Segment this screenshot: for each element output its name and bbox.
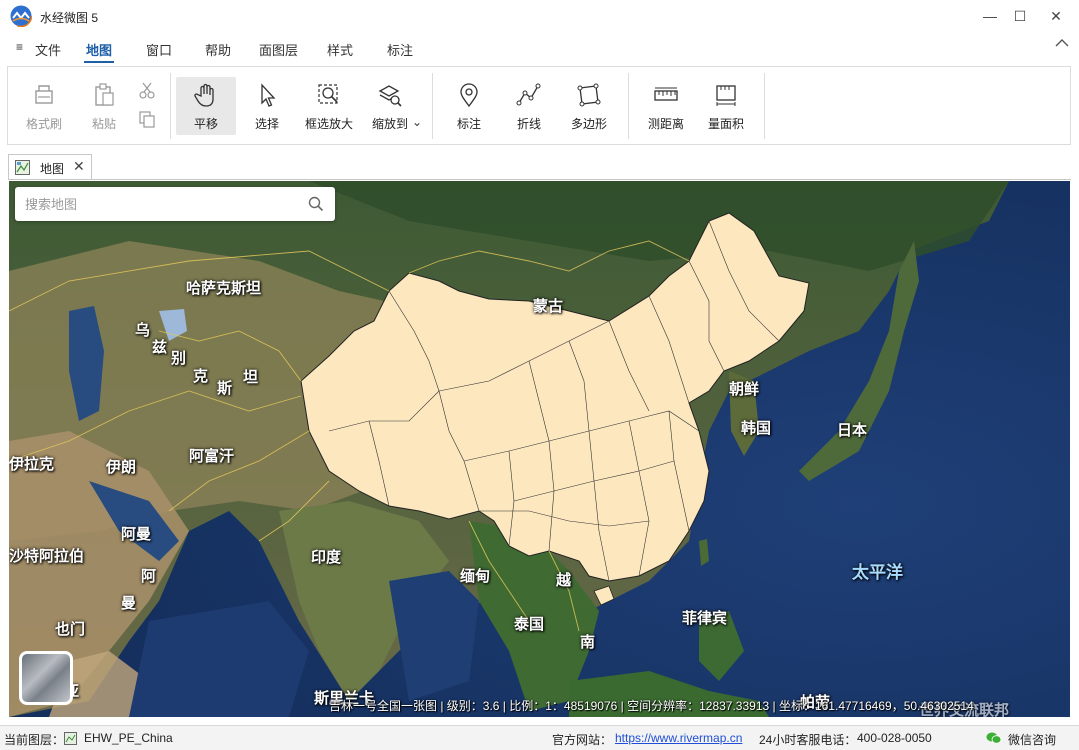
map-search-box	[15, 187, 335, 221]
format-painter-button[interactable]: 格式刷	[14, 77, 74, 135]
hotline-label: 24小时客服电话：	[759, 733, 857, 747]
hand-icon	[194, 83, 214, 107]
map-label-uzbekistan-2: 兹	[152, 339, 168, 356]
cut-icon[interactable]	[137, 81, 157, 101]
map-label-afghanistan: 阿富汗	[189, 448, 235, 465]
copy-icon[interactable]	[137, 109, 157, 129]
map-label-uzbekistan-5: 斯	[217, 380, 233, 397]
map-pin-icon	[460, 83, 478, 108]
map-label-iran: 伊朗	[106, 459, 137, 476]
collapse-ribbon-icon[interactable]	[1055, 38, 1069, 48]
close-button[interactable]: ✕	[1038, 0, 1074, 32]
menu-bar: ≡ 文件 地图 窗口 帮助 面图层 样式 标注	[0, 33, 1079, 63]
map-label-oman-2b: 曼	[121, 595, 137, 612]
wechat-icon	[986, 732, 1002, 744]
paste-button[interactable]: 粘贴	[74, 77, 134, 135]
pan-button[interactable]: 平移	[176, 77, 236, 135]
map-label-vietnam-1: 越	[556, 572, 572, 589]
website-label: 官方网站：	[552, 733, 613, 747]
basemap-switcher-button[interactable]	[19, 651, 73, 705]
tab-strip-divider	[8, 179, 1071, 180]
map-label-oman-2a: 阿	[141, 568, 157, 585]
tab-map[interactable]: 地图 ✕	[8, 154, 92, 180]
zoom-to-button[interactable]: 缩放到	[360, 77, 420, 135]
menu-window[interactable]: 窗口	[146, 40, 172, 59]
current-layer-label: 当前图层：	[4, 733, 65, 747]
area-measure-icon	[716, 85, 736, 106]
app-title: 水经微图 5	[40, 11, 99, 25]
polyline-icon	[516, 83, 541, 106]
tab-label: 地图	[40, 162, 65, 176]
menu-file[interactable]: 文件	[35, 40, 61, 59]
ribbon-separator	[170, 73, 171, 139]
wechat-consult-button[interactable]: 微信咨询	[1008, 731, 1056, 748]
zoom-to-icon	[378, 85, 402, 107]
box-zoom-icon	[318, 84, 338, 104]
menu-polygon-layer[interactable]: 面图层	[259, 40, 298, 59]
app-logo-icon	[10, 5, 32, 27]
map-label-north-korea: 朝鲜	[729, 381, 760, 398]
map-label-myanmar: 缅甸	[460, 568, 491, 585]
marker-button[interactable]: 标注	[439, 77, 499, 135]
website-link[interactable]: https://www.rivermap.cn	[615, 731, 742, 745]
map-label-kazakhstan: 哈萨克斯坦	[186, 280, 262, 297]
measure-distance-button[interactable]: 测距离	[636, 77, 696, 135]
map-label-iraq: 伊拉克	[9, 456, 55, 473]
ruler-icon	[654, 87, 678, 101]
map-label-pacific-ocean: 太平洋	[852, 563, 903, 582]
hotline-value: 400-028-0050	[857, 731, 932, 745]
cursor-arrow-icon	[261, 83, 276, 107]
map-label-uzbekistan-1: 乌	[135, 322, 151, 339]
map-label-vietnam-2: 南	[580, 634, 596, 651]
menu-style[interactable]: 样式	[327, 40, 353, 59]
map-search-input[interactable]	[25, 195, 295, 213]
search-icon[interactable]	[308, 196, 324, 212]
measure-area-button[interactable]: 量面积	[696, 77, 756, 135]
ribbon-separator	[432, 73, 433, 139]
map-label-yemen: 也门	[55, 621, 86, 638]
map-label-uzbekistan-3: 别	[171, 350, 187, 367]
map-document-icon	[15, 160, 30, 175]
polyline-button[interactable]: 折线	[499, 77, 559, 135]
maximize-button[interactable]: ☐	[1002, 0, 1038, 32]
hamburger-icon[interactable]: ≡	[16, 40, 23, 54]
map-canvas[interactable]: 哈萨克斯坦 蒙古 乌 兹 别 克 斯 坦 伊拉克 伊朗 阿富汗 阿曼 沙特阿拉伯…	[9, 181, 1070, 717]
menu-help[interactable]: 帮助	[205, 40, 231, 59]
map-label-india: 印度	[311, 549, 342, 566]
map-label-mongolia: 蒙古	[533, 298, 564, 315]
map-label-japan: 日本	[837, 422, 868, 439]
map-label-uzbekistan-6: 坦	[243, 369, 259, 386]
active-menu-indicator	[84, 61, 114, 63]
map-label-south-korea: 韩国	[741, 420, 772, 437]
ribbon-toolbar: 格式刷 粘贴 平移 选择 框选放大 缩放到 ⌄ 标注 折线 多边形 测距离 量面…	[7, 66, 1071, 145]
format-painter-icon	[35, 85, 53, 104]
map-label-philippines: 菲律宾	[682, 610, 728, 627]
tab-close-icon[interactable]: ✕	[73, 158, 85, 175]
select-button[interactable]: 选择	[237, 77, 297, 135]
polygon-button[interactable]: 多边形	[559, 77, 619, 135]
menu-map[interactable]: 地图	[86, 40, 112, 59]
paste-icon	[95, 83, 114, 106]
map-label-uzbekistan-4: 克	[193, 368, 209, 385]
zoom-to-dropdown-icon[interactable]: ⌄	[412, 115, 422, 129]
layer-icon	[64, 732, 77, 745]
box-zoom-button[interactable]: 框选放大	[299, 77, 359, 135]
ribbon-separator	[628, 73, 629, 139]
current-layer-value[interactable]: EHW_PE_China	[84, 731, 173, 745]
map-label-saudi: 沙特阿拉伯	[9, 548, 85, 565]
status-bar: 当前图层： EHW_PE_China 官方网站： https://www.riv…	[0, 725, 1079, 750]
map-label-thailand: 泰国	[514, 616, 545, 633]
map-status-info: 吉林一号全国一张图 | 级别：3.6 | 比例：1：48519076 | 空间分…	[329, 699, 974, 713]
map-label-oman: 阿曼	[121, 526, 152, 543]
satellite-basemap	[9, 181, 1070, 717]
title-bar: 水经微图 5 — ☐ ✕	[0, 0, 1079, 32]
polygon-icon	[577, 83, 601, 107]
menu-annotation[interactable]: 标注	[387, 40, 413, 59]
ribbon-separator	[764, 73, 765, 139]
